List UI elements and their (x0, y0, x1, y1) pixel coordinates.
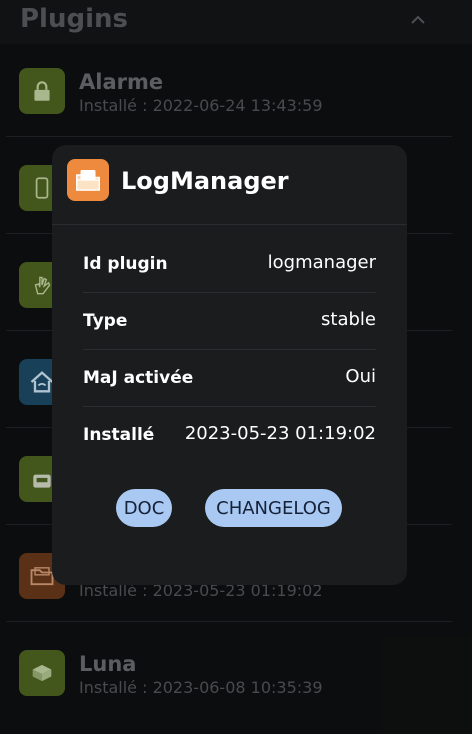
plugins-screen: Plugins Alarme Installé : 2022-06-24 13:… (0, 0, 472, 734)
detail-row-installed: Installé 2023-05-23 01:19:02 (83, 407, 376, 464)
changelog-button[interactable]: CHANGELOG (205, 489, 342, 527)
dialog-title: LogManager (121, 167, 289, 195)
detail-value: logmanager (267, 252, 376, 273)
detail-value: Oui (345, 366, 376, 387)
detail-label: Type (83, 311, 128, 331)
detail-value: stable (321, 309, 376, 330)
detail-label: MaJ activée (83, 368, 194, 388)
detail-label: Installé (83, 425, 155, 445)
dialog-header: LogManager (52, 145, 407, 225)
detail-value: 2023-05-23 01:19:02 (184, 423, 376, 444)
plugin-detail-dialog: LogManager Id plugin logmanager Type sta… (52, 145, 407, 585)
detail-row-update: MaJ activée Oui (83, 350, 376, 407)
detail-label: Id plugin (83, 254, 168, 274)
detail-row-type: Type stable (83, 293, 376, 350)
detail-row-id: Id plugin logmanager (83, 236, 376, 293)
folder-icon (67, 159, 109, 201)
doc-button[interactable]: DOC (116, 489, 172, 527)
